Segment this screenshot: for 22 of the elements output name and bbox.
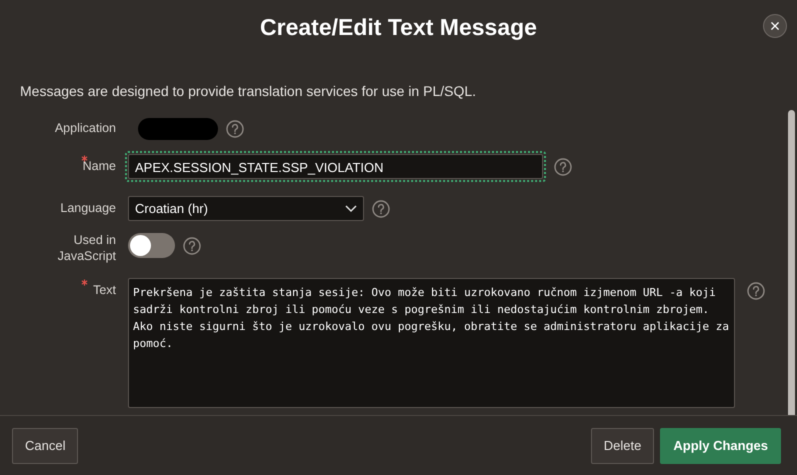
close-button[interactable]: × — [763, 14, 787, 38]
chevron-down-icon — [345, 204, 357, 212]
language-select[interactable]: Croatian (hr) — [128, 196, 364, 221]
action-button[interactable]: Delete — [590, 428, 654, 464]
description-text: Messages are designed to provide translation services for use in PL/SQL. — [20, 82, 478, 101]
field-label: Used in JavaScript — [58, 233, 116, 263]
help-icon[interactable] — [226, 120, 244, 138]
field-label: Name — [82, 159, 116, 173]
apply-button[interactable]: Apply Changes — [660, 428, 781, 464]
scrollbar-thumb[interactable] — [788, 110, 794, 415]
help-icon[interactable] — [372, 200, 390, 218]
field-label: Text — [93, 283, 116, 298]
text-area[interactable]: Prekršena je zaštita stanja sesije: Ovo može biti uzrokovano ručnom izjmenom URL -a koji sadrži kontrolni zbroj ili pomoću veze s pogrešnim ili nedostajućim kontrolnim zbrojem. Ako niste sigurni što je uzrokovalo ovu pogrešku, obratite se administratoru aplikacije za pomoć. — [128, 278, 735, 408]
help-icon[interactable] — [183, 237, 201, 255]
field-label: Application — [54, 121, 116, 135]
dialog-title: Create/Edit Text Message — [260, 13, 537, 42]
toggle-switch[interactable] — [128, 233, 175, 258]
field-label: Language — [60, 201, 116, 215]
name-field[interactable]: APEX.SESSION_STATE.SSP_VIOLATION — [125, 151, 546, 182]
help-icon[interactable] — [554, 158, 572, 176]
action-button[interactable]: Cancel — [12, 428, 78, 464]
help-icon[interactable] — [747, 282, 765, 300]
